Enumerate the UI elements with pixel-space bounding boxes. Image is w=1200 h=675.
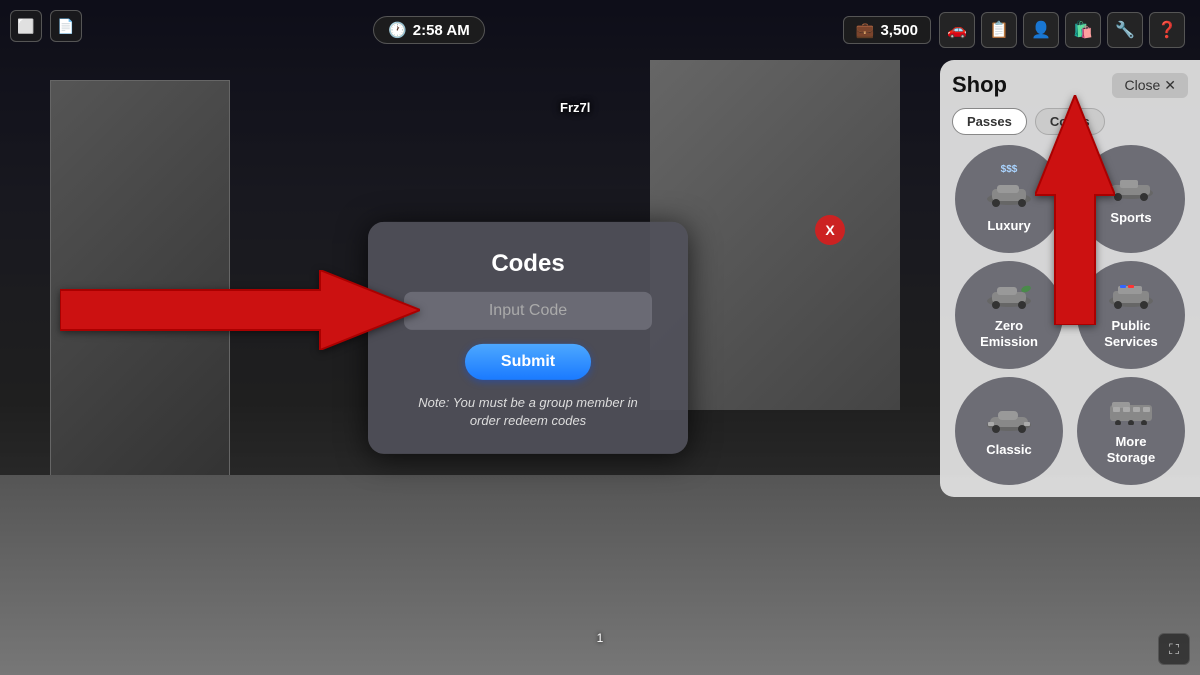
nav-clipboard-icon[interactable]: 📋 bbox=[981, 12, 1017, 48]
more-storage-label: More Storage bbox=[1107, 434, 1155, 465]
clock-time: 2:58 AM bbox=[413, 22, 470, 39]
nav-bag-icon[interactable]: 🛍️ bbox=[1065, 12, 1101, 48]
luxury-price-icon: $$$ bbox=[1001, 164, 1018, 175]
arrow-up bbox=[1035, 95, 1115, 325]
hud-right: 💼 3,500 🚗 📋 👤 🛍️ 🔧 ❓ bbox=[843, 12, 1185, 48]
clock-display: 🕐 2:58 AM bbox=[373, 16, 485, 44]
luxury-car-icon bbox=[984, 179, 1034, 214]
modal-note: Note: You must be a group member in orde… bbox=[404, 393, 652, 429]
shop-close-icon: ✕ bbox=[1164, 77, 1176, 94]
clock-icon: 🕐 bbox=[388, 21, 407, 39]
nav-person-icon[interactable]: 👤 bbox=[1023, 12, 1059, 48]
tab-passes[interactable]: Passes bbox=[952, 108, 1027, 135]
classic-label: Classic bbox=[986, 442, 1032, 458]
player-nametag: Frz7l bbox=[560, 100, 590, 115]
corner-bottom-right: ⛶ bbox=[1158, 633, 1190, 665]
nav-help-icon[interactable]: ❓ bbox=[1149, 12, 1185, 48]
shop-item-classic[interactable]: Classic bbox=[955, 377, 1063, 485]
modal-title: Codes bbox=[491, 249, 564, 277]
shop-close-button[interactable]: Close ✕ bbox=[1112, 73, 1188, 98]
fullscreen-icon[interactable]: ⛶ bbox=[1158, 633, 1190, 665]
nav-icons-row: 🚗 📋 👤 🛍️ 🔧 ❓ bbox=[939, 12, 1185, 48]
more-storage-icon bbox=[1106, 397, 1156, 430]
submit-button[interactable]: Submit bbox=[465, 343, 591, 379]
shop-title: Shop bbox=[952, 72, 1007, 98]
currency-value: 3,500 bbox=[880, 22, 918, 39]
code-input[interactable] bbox=[404, 291, 652, 329]
nav-car-icon[interactable]: 🚗 bbox=[939, 12, 975, 48]
zero-emission-label: Zero Emission bbox=[980, 318, 1038, 349]
bg-ground bbox=[0, 475, 1200, 675]
arrow-right bbox=[60, 270, 420, 350]
currency-display: 💼 3,500 bbox=[843, 16, 931, 44]
bottom-indicator: 1 bbox=[597, 631, 604, 645]
nav-wrench-icon[interactable]: 🔧 bbox=[1107, 12, 1143, 48]
zero-emission-car-icon bbox=[984, 281, 1034, 314]
luxury-label: Luxury bbox=[987, 218, 1030, 234]
hud-center: 🕐 2:58 AM bbox=[15, 16, 843, 44]
sports-label: Sports bbox=[1110, 210, 1151, 226]
wallet-icon: 💼 bbox=[856, 21, 875, 39]
classic-car-icon bbox=[984, 405, 1034, 438]
hud-top-bar: 🕐 2:58 AM 💼 3,500 🚗 📋 👤 🛍️ 🔧 ❓ bbox=[0, 0, 1200, 60]
shop-item-more-storage[interactable]: More Storage bbox=[1077, 377, 1185, 485]
modal-close-button[interactable]: X bbox=[815, 215, 845, 245]
